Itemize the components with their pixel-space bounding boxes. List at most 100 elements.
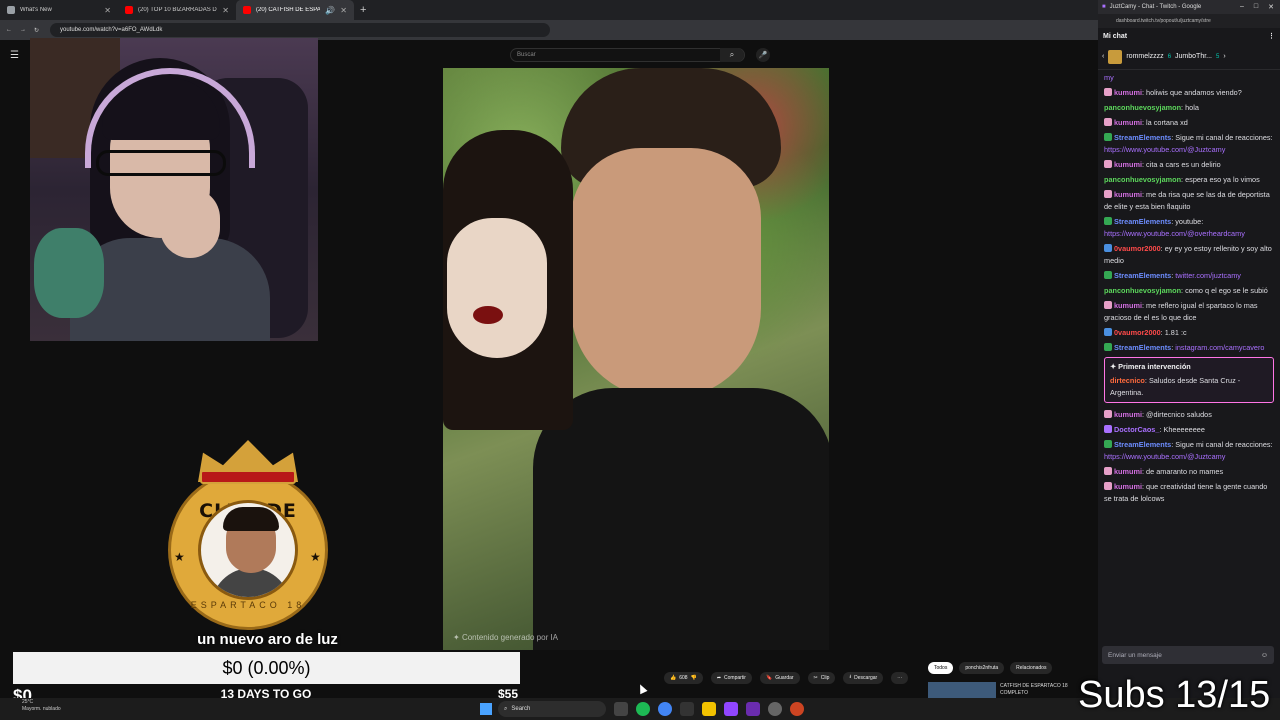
chat-username[interactable]: kumumi (1114, 160, 1142, 169)
app-icon[interactable] (746, 702, 760, 716)
video-figure (473, 306, 503, 324)
task-view-icon[interactable] (614, 702, 628, 716)
chat-message: kumumi: que creatividad tiene la gente c… (1104, 482, 1268, 503)
filter-chip-relacionados[interactable]: Relacionados (1010, 662, 1053, 674)
emote-icon[interactable]: ☺ (1261, 652, 1268, 659)
maximize-icon[interactable]: □ (1254, 3, 1258, 11)
chat-username[interactable]: kumumi (1114, 190, 1142, 199)
chat-username[interactable]: panconhuevosyjamon (1104, 175, 1181, 184)
like-button[interactable]: 👍 608 👎 (664, 672, 703, 684)
close-icon[interactable]: ✕ (1268, 3, 1274, 11)
user-badge-icon (1104, 118, 1112, 126)
chat-message: kumumi: cita a cars es un delirio (1104, 159, 1274, 171)
minimize-icon[interactable]: – (1240, 3, 1244, 11)
address-bar[interactable]: youtube.com/watch?v=a6FO_AWdLdk (50, 23, 550, 37)
video-actions: 👍 608 👎 ➦ Compartir 🔖 Guardar ✂ Clip ⭳ Descarg… (664, 672, 909, 684)
star-icon: ★ (310, 550, 321, 564)
chat-username[interactable]: kumumi (1114, 301, 1142, 310)
forward-icon[interactable]: → (20, 27, 26, 33)
chat-username[interactable]: 0vaumor2000 (1114, 328, 1161, 337)
chat-text: Sigue mi canal de reacciones: (1175, 440, 1273, 449)
webcam-figure (34, 228, 104, 318)
thumbs-down-icon[interactable]: 👎 (691, 675, 697, 681)
chat-text: holiwis que andamos viendo? (1146, 88, 1242, 97)
weather-widget[interactable]: 25°C Mayorm. nublado (22, 699, 61, 713)
chat-username[interactable]: kumumi (1114, 410, 1142, 419)
chat-username[interactable]: kumumi (1114, 88, 1142, 97)
chat-url[interactable]: dashboard.twitch.tv/popout/u/juztcamy/st… (1098, 14, 1280, 28)
share-button[interactable]: ➦ Compartir (710, 672, 752, 684)
chat-link[interactable]: https://www.youtube.com/@overheardcamy (1104, 229, 1245, 238)
chat-username[interactable]: StreamElements (1114, 343, 1171, 352)
chat-username[interactable]: StreamElements (1114, 133, 1171, 142)
chat-message: StreamElements: twitter.com/juztcamy (1104, 270, 1274, 282)
video-figure (447, 218, 547, 358)
recommendation-thumbnail[interactable] (928, 682, 996, 698)
tab-whats-new[interactable]: What's New ✕ (0, 0, 118, 20)
window-controls: – □ ✕ (1240, 3, 1280, 11)
chrome-icon[interactable] (658, 702, 672, 716)
chat-link[interactable]: instagram.com/camycavero (1175, 343, 1264, 352)
chat-link[interactable]: twitter.com/juztcamy (1175, 271, 1241, 280)
microphone-icon[interactable]: 🎤 (756, 48, 770, 62)
windows-start-icon[interactable] (480, 703, 492, 715)
spotify-icon[interactable] (636, 702, 650, 716)
twitch-icon: ■ (1102, 4, 1106, 10)
chat-username[interactable]: kumumi (1114, 467, 1142, 476)
browser-tab-bar: What's New ✕ (20) TOP 10 BIZARRADAS DE E… (0, 0, 1098, 20)
search-icon[interactable]: ⌕ (720, 48, 744, 62)
chat-titlebar: ■ JuztCamy - Chat - Twitch - Google – □ … (1098, 0, 1280, 14)
download-button[interactable]: ⭳ Descargar (843, 672, 884, 684)
reload-icon[interactable]: ↻ (34, 27, 39, 34)
chat-input[interactable]: Enviar un mensaje ☺ (1102, 646, 1274, 664)
filter-chip-todos[interactable]: Todos (928, 662, 954, 674)
chat-username[interactable]: DoctorCaos_ (1114, 425, 1159, 434)
settings-icon[interactable] (768, 702, 782, 716)
address-bar-row: ← → ↻ youtube.com/watch?v=a6FO_AWdLdk (0, 20, 1098, 40)
save-button[interactable]: 🔖 Guardar (759, 672, 800, 684)
back-icon[interactable]: ← (6, 27, 12, 33)
more-button[interactable]: ⋯ (891, 672, 909, 684)
chat-window-title: JuztCamy - Chat - Twitch - Google (1109, 4, 1202, 10)
close-icon[interactable]: ✕ (104, 6, 111, 15)
tab-catfish[interactable]: (20) CATFISH DE ESPARTACO 🔊 ✕ (236, 0, 354, 20)
chat-username[interactable]: StreamElements (1114, 440, 1171, 449)
video-figure (571, 148, 761, 398)
recommendation-filters: Todos ponchis2nfruta Relacionados (928, 662, 1053, 674)
taskbar-search[interactable]: ⌕ Search (498, 701, 606, 717)
chat-link[interactable]: https://www.youtube.com/@Juztcamy (1104, 145, 1225, 154)
clip-button[interactable]: ✂ Clip (807, 672, 836, 684)
audio-icon[interactable]: 🔊 (325, 6, 335, 15)
chat-username[interactable]: panconhuevosyjamon (1104, 286, 1181, 295)
search-input[interactable]: Buscar ⌕ (510, 48, 745, 62)
ai-note-text: Contenido generado por IA (461, 633, 559, 642)
chat-username[interactable]: kumumi (1114, 118, 1142, 127)
app-icon[interactable] (790, 702, 804, 716)
new-tab-button[interactable]: + (354, 4, 372, 16)
more-options-icon[interactable]: ⋮ (1268, 32, 1275, 40)
file-explorer-icon[interactable] (702, 702, 716, 716)
star-icon: ★ (174, 550, 185, 564)
video-player[interactable]: ✦ Contenido generado por IA (443, 68, 829, 650)
tab-top10[interactable]: (20) TOP 10 BIZARRADAS DE E ✕ (118, 0, 236, 20)
chat-username[interactable]: StreamElements (1114, 271, 1171, 280)
filter-chip-ponchis[interactable]: ponchis2nfruta (959, 662, 1005, 674)
menu-icon[interactable]: ☰ (10, 50, 19, 61)
app-icon[interactable] (680, 702, 694, 716)
chat-text: hola (1185, 103, 1199, 112)
chat-username[interactable]: StreamElements (1114, 217, 1171, 226)
gear-icon (7, 6, 15, 14)
twitch-chat-window: ■ JuztCamy - Chat - Twitch - Google – □ … (1098, 0, 1280, 698)
chat-username[interactable]: dirtecnico (1110, 376, 1145, 385)
close-icon[interactable]: ✕ (340, 6, 347, 15)
chevron-left-icon[interactable]: ‹ (1102, 53, 1104, 60)
twitch-icon[interactable] (724, 702, 738, 716)
close-icon[interactable]: ✕ (222, 6, 229, 15)
chevron-right-icon[interactable]: › (1223, 53, 1225, 60)
chat-username[interactable]: kumumi (1114, 482, 1142, 491)
chat-username[interactable]: panconhuevosyjamon (1104, 103, 1181, 112)
chat-link[interactable]: https://www.youtube.com/@Juztcamy (1104, 452, 1225, 461)
search-placeholder: Buscar (517, 52, 536, 58)
chat-username[interactable]: 0vaumor2000 (1114, 244, 1161, 253)
recommendation-title[interactable]: CATFISH DE ESPARTACO 18 COMPLETO (1000, 683, 1090, 697)
